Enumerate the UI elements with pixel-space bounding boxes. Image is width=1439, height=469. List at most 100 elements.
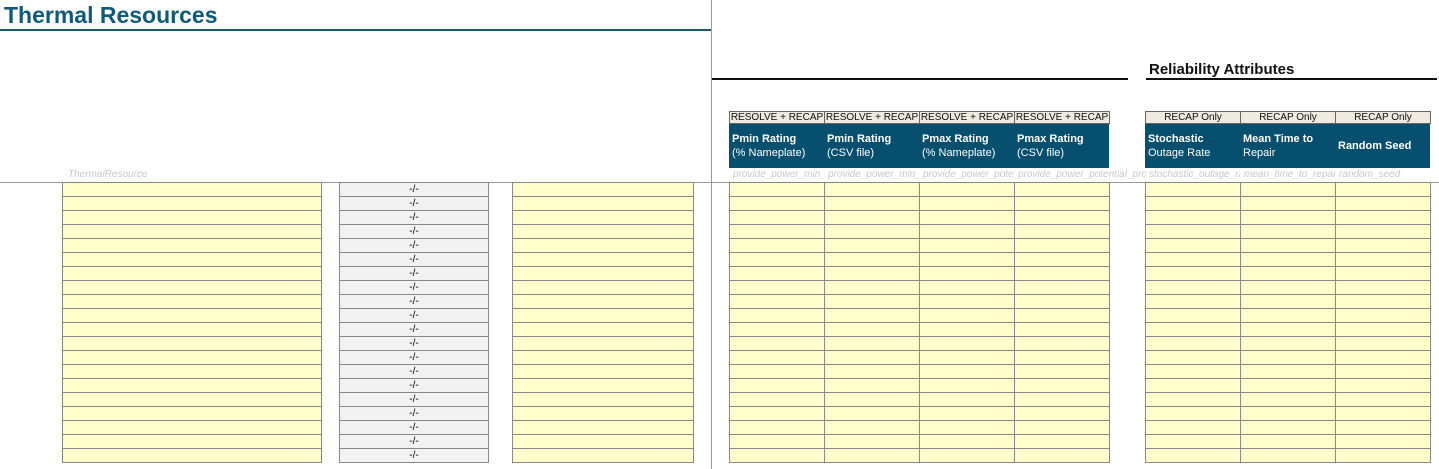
operational-input[interactable] xyxy=(1014,421,1110,435)
operational-input[interactable] xyxy=(919,407,1015,421)
operational-input[interactable] xyxy=(1014,379,1110,393)
reliability-input[interactable] xyxy=(1240,309,1336,323)
input-cell[interactable] xyxy=(512,253,694,267)
operational-input[interactable] xyxy=(824,351,920,365)
operational-input[interactable] xyxy=(919,267,1015,281)
reliability-input[interactable] xyxy=(1240,351,1336,365)
reliability_columns-header[interactable]: Random Seed xyxy=(1335,124,1430,168)
calc-cell[interactable]: -/- xyxy=(339,253,489,267)
reliability-input[interactable] xyxy=(1335,267,1431,281)
operational-input[interactable] xyxy=(1014,393,1110,407)
operational-input[interactable] xyxy=(729,211,825,225)
reliability-input[interactable] xyxy=(1145,365,1241,379)
reliability-input[interactable] xyxy=(1335,323,1431,337)
operational-input[interactable] xyxy=(1014,197,1110,211)
input-cell[interactable] xyxy=(512,449,694,463)
reliability-input[interactable] xyxy=(1335,449,1431,463)
operational-input[interactable] xyxy=(1014,407,1110,421)
operational-input[interactable] xyxy=(919,351,1015,365)
reliability-input[interactable] xyxy=(1145,435,1241,449)
reliability-input[interactable] xyxy=(1335,365,1431,379)
reliability-input[interactable] xyxy=(1240,211,1336,225)
operational_columns-header[interactable]: Pmax Rating (% Nameplate) xyxy=(919,124,1014,168)
reliability-input[interactable] xyxy=(1145,379,1241,393)
input-cell[interactable] xyxy=(512,337,694,351)
input-cell[interactable] xyxy=(512,421,694,435)
calc-cell[interactable]: -/- xyxy=(339,435,489,449)
operational_columns-header[interactable]: Pmax Rating (CSV file) xyxy=(1014,124,1109,168)
reliability-input[interactable] xyxy=(1145,183,1241,197)
reliability-input[interactable] xyxy=(1240,393,1336,407)
input-cell[interactable] xyxy=(512,267,694,281)
reliability-input[interactable] xyxy=(1240,197,1336,211)
name-input[interactable] xyxy=(62,435,322,449)
reliability-input[interactable] xyxy=(1240,253,1336,267)
operational_columns-header[interactable]: Pmin Rating (CSV file) xyxy=(824,124,919,168)
operational-input[interactable] xyxy=(824,239,920,253)
operational-input[interactable] xyxy=(729,449,825,463)
reliability-input[interactable] xyxy=(1145,225,1241,239)
reliability-input[interactable] xyxy=(1335,337,1431,351)
input-cell[interactable] xyxy=(512,393,694,407)
calc-cell[interactable]: -/- xyxy=(339,295,489,309)
reliability-input[interactable] xyxy=(1145,211,1241,225)
operational-input[interactable] xyxy=(919,281,1015,295)
operational-input[interactable] xyxy=(1014,225,1110,239)
reliability-input[interactable] xyxy=(1335,225,1431,239)
operational-input[interactable] xyxy=(919,197,1015,211)
operational-input[interactable] xyxy=(824,211,920,225)
name-input[interactable] xyxy=(62,407,322,421)
operational-input[interactable] xyxy=(1014,183,1110,197)
input-cell[interactable] xyxy=(512,225,694,239)
calc-cell[interactable]: -/- xyxy=(339,351,489,365)
input-cell[interactable] xyxy=(512,295,694,309)
reliability-input[interactable] xyxy=(1145,323,1241,337)
operational-input[interactable] xyxy=(919,421,1015,435)
reliability-input[interactable] xyxy=(1335,351,1431,365)
reliability-input[interactable] xyxy=(1145,421,1241,435)
operational-input[interactable] xyxy=(919,225,1015,239)
operational-input[interactable] xyxy=(824,393,920,407)
operational-input[interactable] xyxy=(919,365,1015,379)
operational-input[interactable] xyxy=(1014,351,1110,365)
operational-input[interactable] xyxy=(824,281,920,295)
name-input[interactable] xyxy=(62,337,322,351)
operational-input[interactable] xyxy=(1014,295,1110,309)
name-input[interactable] xyxy=(62,365,322,379)
calc-cell[interactable]: -/- xyxy=(339,337,489,351)
operational-input[interactable] xyxy=(824,225,920,239)
operational-input[interactable] xyxy=(919,239,1015,253)
reliability-input[interactable] xyxy=(1145,449,1241,463)
reliability-input[interactable] xyxy=(1145,281,1241,295)
reliability-input[interactable] xyxy=(1335,239,1431,253)
calc-cell[interactable]: -/- xyxy=(339,225,489,239)
reliability-input[interactable] xyxy=(1335,309,1431,323)
operational-input[interactable] xyxy=(729,337,825,351)
operational-input[interactable] xyxy=(1014,267,1110,281)
operational-input[interactable] xyxy=(1014,449,1110,463)
reliability-input[interactable] xyxy=(1240,337,1336,351)
reliability-input[interactable] xyxy=(1145,253,1241,267)
input-cell[interactable] xyxy=(512,407,694,421)
operational-input[interactable] xyxy=(1014,253,1110,267)
operational-input[interactable] xyxy=(824,337,920,351)
name-input[interactable] xyxy=(62,267,322,281)
name-input[interactable] xyxy=(62,295,322,309)
name-input[interactable] xyxy=(62,379,322,393)
reliability-input[interactable] xyxy=(1240,435,1336,449)
name-input[interactable] xyxy=(62,183,322,197)
operational-input[interactable] xyxy=(729,281,825,295)
reliability-input[interactable] xyxy=(1145,407,1241,421)
operational-input[interactable] xyxy=(919,435,1015,449)
input-cell[interactable] xyxy=(512,351,694,365)
calc-cell[interactable]: -/- xyxy=(339,309,489,323)
calc-cell[interactable]: -/- xyxy=(339,421,489,435)
operational-input[interactable] xyxy=(729,421,825,435)
operational-input[interactable] xyxy=(824,407,920,421)
reliability-input[interactable] xyxy=(1145,295,1241,309)
calc-cell[interactable]: -/- xyxy=(339,267,489,281)
input-cell[interactable] xyxy=(512,239,694,253)
reliability-input[interactable] xyxy=(1240,365,1336,379)
reliability-input[interactable] xyxy=(1335,421,1431,435)
operational-input[interactable] xyxy=(919,309,1015,323)
